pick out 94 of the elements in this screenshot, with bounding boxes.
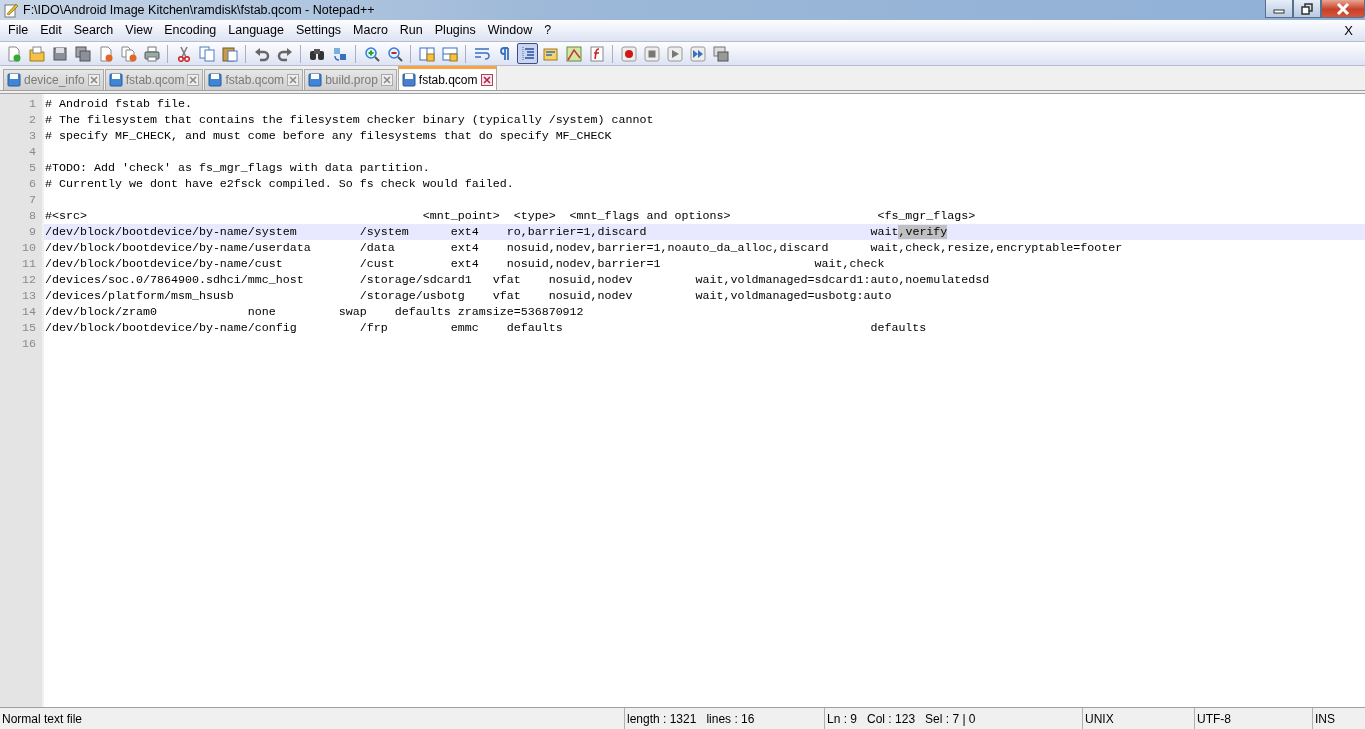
indent-guide-icon bbox=[519, 45, 536, 62]
code-text: # The filesystem that contains the filesystem checker binary (typically /system) cannot bbox=[45, 113, 654, 127]
close-button[interactable] bbox=[1321, 0, 1365, 18]
restore-button[interactable] bbox=[1293, 0, 1321, 18]
zoom-in-icon bbox=[363, 45, 380, 62]
document-map-icon bbox=[565, 45, 582, 62]
code-text: /dev/block/bootdevice/by-name/system /system ext4 ro,barrier=1,discard wait bbox=[45, 225, 899, 239]
record-icon bbox=[620, 45, 637, 62]
line-number: 1 bbox=[28, 96, 37, 112]
status-text: lines : 16 bbox=[706, 710, 755, 728]
menu-item[interactable]: Run bbox=[393, 21, 429, 40]
status-text: length : 1321 bbox=[627, 710, 697, 728]
line-number: 16 bbox=[21, 336, 37, 352]
menu-item[interactable]: Edit bbox=[34, 21, 68, 40]
function-list-icon bbox=[588, 45, 605, 62]
status-text: INS bbox=[1315, 710, 1335, 728]
stop-icon bbox=[643, 45, 660, 62]
close-document-button[interactable]: X bbox=[1338, 19, 1359, 42]
code-text: /dev/block/zram0 none swap defaults zramsize=536870912 bbox=[45, 305, 584, 319]
status-text: Normal text file bbox=[2, 710, 83, 728]
paste-icon bbox=[221, 45, 238, 62]
copy-icon bbox=[198, 45, 215, 62]
line-number: 13 bbox=[21, 288, 37, 304]
status-text: Ln : 9 bbox=[827, 710, 858, 728]
close-icon[interactable] bbox=[380, 74, 393, 86]
minimize-button[interactable] bbox=[1265, 0, 1293, 18]
toolbar-button[interactable] bbox=[517, 43, 538, 64]
line-number: 5 bbox=[28, 160, 37, 176]
menu-item[interactable]: View bbox=[119, 21, 159, 40]
new-file-icon bbox=[5, 45, 22, 62]
code-text: /devices/soc.0/7864900.sdhci/mmc_host /storage/sdcard1 vfat nosuid,nodev wait,voldmanaged=sdcard1:auto,noemulatedsd bbox=[45, 273, 990, 287]
line-number: 7 bbox=[28, 192, 37, 208]
word-wrap-icon bbox=[473, 45, 490, 62]
close-all-icon bbox=[120, 45, 137, 62]
menu-item[interactable]: Window bbox=[481, 21, 539, 40]
menu-item[interactable]: Plugins bbox=[428, 21, 482, 40]
line-number: 15 bbox=[21, 320, 37, 336]
folder-icon bbox=[28, 45, 45, 62]
line-number: 11 bbox=[21, 256, 37, 272]
line-number: 9 bbox=[28, 224, 37, 240]
sync-horizontal-icon bbox=[441, 45, 458, 62]
status-text: UNIX bbox=[1085, 710, 1114, 728]
line-number: 12 bbox=[21, 272, 37, 288]
line-number: 4 bbox=[28, 144, 37, 160]
close-icon[interactable] bbox=[87, 74, 100, 86]
code-text: # specify MF_CHECK, and must come before any filesystems that do specify MF_CHECK bbox=[45, 129, 612, 143]
code-text: # Currently we dont have e2fsck compiled. So fs check would failed. bbox=[45, 177, 514, 191]
line-number: 8 bbox=[28, 208, 37, 224]
status-text: Sel : 7 | 0 bbox=[925, 710, 976, 728]
line-number: 14 bbox=[21, 304, 37, 320]
window-title: F:\IDO\Android Image Kitchen\ramdisk\fstab.qcom - Notepad++ bbox=[23, 1, 375, 19]
code-text: /dev/block/bootdevice/by-name/userdata /data ext4 nosuid,nodev,barrier=1,noauto_da_alloc,discard wait,check,resize,encryptable=footer bbox=[45, 241, 1123, 255]
line-number: 3 bbox=[28, 128, 37, 144]
close-file-icon bbox=[97, 45, 114, 62]
line-number: 6 bbox=[28, 176, 37, 192]
code-text: # Android fstab file. bbox=[45, 97, 192, 111]
menu-item[interactable]: Settings bbox=[289, 21, 348, 40]
line-number: 2 bbox=[28, 112, 37, 128]
save-macro-icon bbox=[712, 45, 729, 62]
restore-icon bbox=[1301, 2, 1313, 15]
line-number: 10 bbox=[21, 240, 37, 256]
zoom-out-icon bbox=[386, 45, 403, 62]
menu-item[interactable]: Encoding bbox=[158, 21, 223, 40]
close-icon[interactable] bbox=[480, 73, 493, 86]
file-tab[interactable]: fstab.qcom bbox=[397, 66, 497, 90]
menu-item[interactable]: Macro bbox=[347, 21, 394, 40]
code-text: #<src> <mnt_point> <type> <mnt_flags and options> <fs_mgr_flags> bbox=[45, 209, 976, 223]
code-text: /dev/block/bootdevice/by-name/cust /cust ext4 nosuid,nodev,barrier=1 wait,check bbox=[45, 257, 885, 271]
language-panel-icon bbox=[542, 45, 559, 62]
scissors-icon bbox=[175, 45, 192, 62]
save-all-icon bbox=[74, 45, 91, 62]
printer-icon bbox=[143, 45, 160, 62]
menu-item[interactable]: Search bbox=[67, 21, 120, 40]
selected-text: ,verify bbox=[898, 225, 948, 239]
replace-icon bbox=[331, 45, 348, 62]
redo-icon bbox=[276, 45, 293, 62]
menu-item[interactable]: Language bbox=[222, 21, 290, 40]
play-icon bbox=[666, 45, 683, 62]
notepad-icon bbox=[3, 2, 19, 18]
code-text: #TODO: Add 'check' as fs_mgr_flags with data partition. bbox=[45, 161, 430, 175]
undo-icon bbox=[253, 45, 270, 62]
status-text: UTF-8 bbox=[1197, 710, 1231, 728]
sync-vertical-icon bbox=[418, 45, 435, 62]
toolbar-button[interactable] bbox=[618, 43, 639, 64]
close-icon[interactable] bbox=[187, 74, 200, 86]
menu-item[interactable]: ? bbox=[538, 21, 558, 40]
status-text: Col : 123 bbox=[867, 710, 916, 728]
fast-forward-icon bbox=[689, 45, 706, 62]
code-text: /dev/block/bootdevice/by-name/config /frp emmc defaults defaults bbox=[45, 321, 927, 335]
close-icon bbox=[1336, 2, 1350, 15]
menu-item[interactable]: File bbox=[2, 21, 35, 40]
close-icon[interactable] bbox=[287, 74, 300, 86]
save-icon bbox=[51, 45, 68, 62]
code-text: /devices/platform/msm_hsusb /storage/usbotg vfat nosuid,nodev wait,voldmanaged=usbotg:auto bbox=[45, 289, 892, 303]
